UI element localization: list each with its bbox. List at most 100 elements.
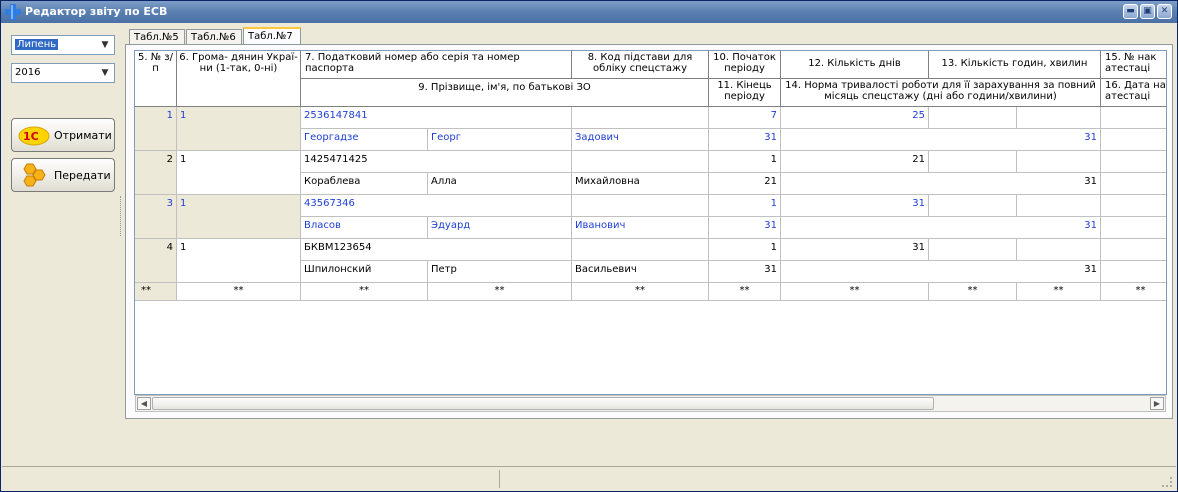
minutes-cell[interactable]: [1017, 239, 1101, 261]
code-cell[interactable]: [572, 151, 709, 173]
total-marker-cell: **: [1017, 283, 1101, 301]
hours-cell[interactable]: [929, 151, 1017, 173]
surname-cell[interactable]: Шпилонский: [301, 261, 428, 283]
hours-cell[interactable]: [929, 107, 1017, 129]
citizen-cell[interactable]: 1: [177, 195, 301, 239]
end-cell[interactable]: 31: [709, 261, 781, 283]
surname-cell[interactable]: Власов: [301, 217, 428, 239]
resize-grip-icon[interactable]: [1162, 477, 1172, 487]
days-cell[interactable]: 31: [781, 239, 929, 261]
name-cell[interactable]: Георг: [428, 129, 572, 151]
hours-cell[interactable]: [929, 195, 1017, 217]
maximize-button[interactable]: ▣: [1140, 4, 1155, 19]
header-end: 11. Кінець періоду: [709, 79, 781, 107]
days-cell[interactable]: 31: [781, 195, 929, 217]
total-marker-cell: **: [428, 283, 572, 301]
tab-table-6[interactable]: Табл.№6: [186, 29, 242, 45]
surname-cell[interactable]: Георгадзе: [301, 129, 428, 151]
scroll-right-icon[interactable]: ▶: [1150, 397, 1164, 410]
date-cell[interactable]: [1101, 129, 1166, 151]
plus-app-icon: [5, 4, 21, 20]
start-cell[interactable]: 1: [709, 239, 781, 261]
patronymic-cell[interactable]: Задович: [572, 129, 709, 151]
tax-number-cell[interactable]: 2536147841: [301, 107, 572, 129]
splitter-handle[interactable]: [120, 196, 123, 236]
header-code: 8. Код підстави для обліку спецстажу: [572, 51, 709, 79]
total-marker-cell: **: [135, 283, 177, 301]
tax-number-cell[interactable]: 1425471425: [301, 151, 572, 173]
hours-cell[interactable]: [929, 239, 1017, 261]
tab-table-7[interactable]: Табл.№7: [243, 27, 301, 45]
norm-cell[interactable]: 31: [781, 261, 1101, 283]
status-bar: [2, 466, 1176, 491]
order-cell[interactable]: [1101, 107, 1166, 129]
minimize-button[interactable]: ▬: [1123, 4, 1138, 19]
end-cell[interactable]: 31: [709, 217, 781, 239]
name-cell[interactable]: Алла: [428, 173, 572, 195]
patronymic-cell[interactable]: Михайловна: [572, 173, 709, 195]
row-number[interactable]: 1: [135, 107, 177, 151]
norm-cell[interactable]: 31: [781, 173, 1101, 195]
minutes-cell[interactable]: [1017, 107, 1101, 129]
header-order: 15. № нак атестаці: [1101, 51, 1166, 79]
days-cell[interactable]: 21: [781, 151, 929, 173]
patronymic-cell[interactable]: Иванович: [572, 217, 709, 239]
tax-number-cell[interactable]: 43567346: [301, 195, 572, 217]
name-cell[interactable]: Петр: [428, 261, 572, 283]
name-cell[interactable]: Эдуард: [428, 217, 572, 239]
total-marker-cell: **: [572, 283, 709, 301]
date-cell[interactable]: [1101, 217, 1166, 239]
get-button[interactable]: 1C Отримати: [11, 118, 115, 152]
status-pane: [4, 470, 500, 488]
chevron-down-icon[interactable]: ▼: [98, 66, 112, 80]
tax-number-cell[interactable]: БКВМ123654: [301, 239, 572, 261]
surname-cell[interactable]: Кораблева: [301, 173, 428, 195]
year-select[interactable]: 2016 ▼: [11, 63, 115, 83]
total-marker-cell: **: [177, 283, 301, 301]
left-panel: Липень ▼ 2016 ▼ 1C Отримати Передати: [5, 29, 119, 429]
row-number[interactable]: 4: [135, 239, 177, 283]
norm-cell[interactable]: 31: [781, 129, 1101, 151]
horizontal-scrollbar[interactable]: ◀ ▶: [135, 395, 1166, 412]
close-button[interactable]: ✕: [1157, 4, 1172, 19]
start-cell[interactable]: 7: [709, 107, 781, 129]
code-cell[interactable]: [572, 107, 709, 129]
norm-cell[interactable]: 31: [781, 217, 1101, 239]
citizen-cell[interactable]: 1: [177, 239, 301, 283]
month-select[interactable]: Липень ▼: [11, 35, 115, 55]
citizen-cell[interactable]: 1: [177, 107, 301, 151]
header-date: 16. Дата на атестаці: [1101, 79, 1166, 107]
days-cell[interactable]: 25: [781, 107, 929, 129]
minutes-cell[interactable]: [1017, 151, 1101, 173]
header-citizen: 6. Грома- дянин Украї- ни (1-так, 0-ні): [177, 51, 301, 107]
citizen-cell[interactable]: 1: [177, 151, 301, 195]
title-bar[interactable]: Редактор звіту по ЕСВ ▬ ▣ ✕: [1, 1, 1177, 23]
scroll-left-icon[interactable]: ◀: [137, 397, 151, 410]
row-number[interactable]: 2: [135, 151, 177, 195]
total-marker-cell: **: [709, 283, 781, 301]
start-cell[interactable]: 1: [709, 195, 781, 217]
data-grid[interactable]: 5. № з/п 6. Грома- дянин Украї- ни (1-та…: [134, 50, 1167, 395]
order-cell[interactable]: [1101, 195, 1166, 217]
date-cell[interactable]: [1101, 261, 1166, 283]
window-title: Редактор звіту по ЕСВ: [25, 5, 168, 18]
chevron-down-icon[interactable]: ▼: [98, 38, 112, 52]
scroll-thumb[interactable]: [152, 397, 934, 410]
end-cell[interactable]: 31: [709, 129, 781, 151]
row-number[interactable]: 3: [135, 195, 177, 239]
date-cell[interactable]: [1101, 173, 1166, 195]
order-cell[interactable]: [1101, 239, 1166, 261]
total-marker-cell: **: [301, 283, 428, 301]
start-cell[interactable]: 1: [709, 151, 781, 173]
header-num: 5. № з/п: [135, 51, 177, 107]
end-cell[interactable]: 21: [709, 173, 781, 195]
code-cell[interactable]: [572, 195, 709, 217]
order-cell[interactable]: [1101, 151, 1166, 173]
code-cell[interactable]: [572, 239, 709, 261]
svg-text:1C: 1C: [23, 130, 39, 143]
total-marker-cell: **: [781, 283, 929, 301]
tab-table-5[interactable]: Табл.№5: [129, 29, 185, 45]
send-button[interactable]: Передати: [11, 158, 115, 192]
patronymic-cell[interactable]: Васильевич: [572, 261, 709, 283]
minutes-cell[interactable]: [1017, 195, 1101, 217]
